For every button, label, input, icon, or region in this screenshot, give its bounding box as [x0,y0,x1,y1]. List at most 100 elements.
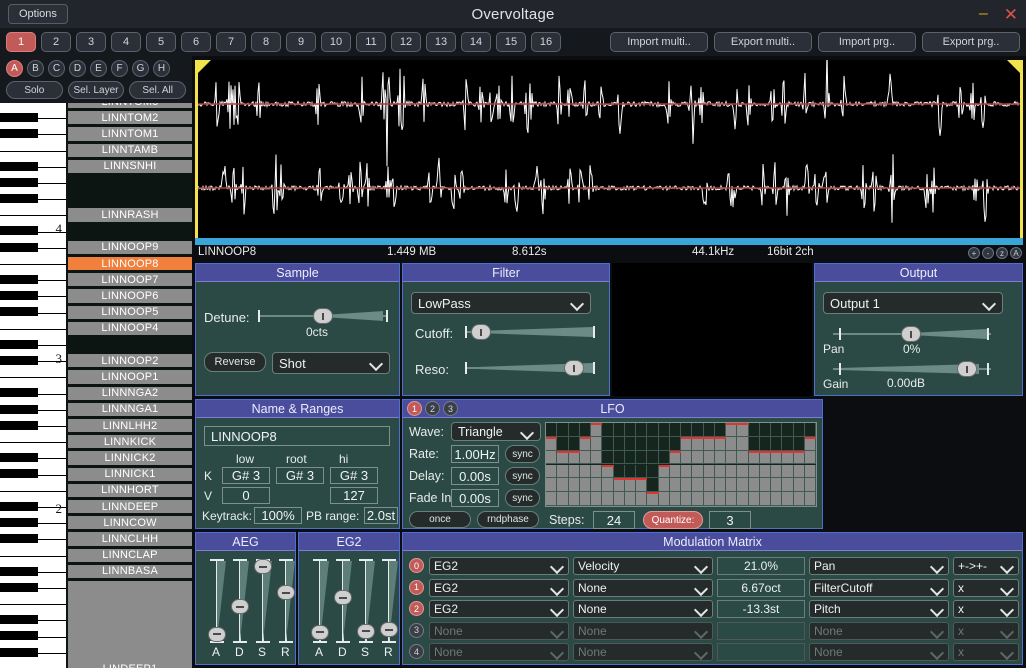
mod-via-combo-3[interactable]: None [573,622,713,640]
lfo-step-cell[interactable] [602,492,613,506]
aeg-slider-D[interactable] [231,559,249,643]
key-root-field[interactable]: G# 3 [276,467,324,484]
lfo-step-cell[interactable] [749,437,760,451]
aeg-slider-A[interactable] [208,559,226,643]
lfo-step-cell[interactable] [557,437,568,451]
lfo-step-cell[interactable] [580,451,591,465]
lfo-step-cell[interactable] [771,451,782,465]
lfo-step-cell[interactable] [569,492,580,506]
lfo-step-cell[interactable] [670,492,681,506]
lfo-step-cell[interactable] [591,465,602,479]
program-slot-1[interactable]: 1 [6,32,36,52]
toolbar-button-3[interactable]: Export prg.. [922,32,1020,52]
mod-source-combo-1[interactable]: EG2 [429,579,569,597]
sample-list-item[interactable]: LINDEEP1 [68,581,192,668]
lfo-step-cell[interactable] [602,437,613,451]
lfo-step-cell[interactable] [557,451,568,465]
program-slot-11[interactable]: 11 [356,32,386,52]
lfo-step-cell[interactable] [659,478,670,492]
lfo-step-cell[interactable] [715,492,726,506]
program-slot-15[interactable]: 15 [496,32,526,52]
lfo-step-cell[interactable] [782,478,793,492]
black-key[interactable] [0,388,38,397]
lfo-step-cell[interactable] [636,437,647,451]
sample-list-item[interactable]: LINNOOP7 [68,273,192,287]
mod-amount-field-4[interactable] [717,643,805,661]
lfo-step-cell[interactable] [771,478,782,492]
sample-list-item[interactable]: LINNKICK [68,435,192,449]
output-select-combo[interactable]: Output 1 [823,292,1003,314]
start-marker-icon[interactable] [198,60,211,73]
black-key[interactable] [0,178,38,187]
lfo-tab-1[interactable]: 1 [407,401,422,416]
program-slot-2[interactable]: 2 [41,32,71,52]
lfo-step-cell[interactable] [704,451,715,465]
mod-curve-combo-1[interactable]: x [953,579,1019,597]
lfo-step-cell[interactable] [805,465,816,479]
lfo-step-cell[interactable] [681,437,692,451]
waveform-scrollbar[interactable] [195,238,1023,245]
lfo-step-cell[interactable] [726,465,737,479]
mod-via-combo-0[interactable]: Velocity [573,557,713,575]
lfo-step-cell[interactable] [737,492,748,506]
lfo-step-cell[interactable] [580,492,591,506]
lfo-step-cell[interactable] [771,423,782,437]
lfo-once-button[interactable]: once [409,511,471,528]
lfo-step-cell[interactable] [715,423,726,437]
lfo-step-cell[interactable] [625,423,636,437]
black-key[interactable] [0,129,38,138]
sample-list-item[interactable]: LINNDEEP [68,500,192,514]
lfo-step-cell[interactable] [771,437,782,451]
vel-low-field[interactable]: 0 [222,487,270,504]
lfo-step-cell[interactable] [726,492,737,506]
program-slot-14[interactable]: 14 [461,32,491,52]
lfo-rate-sync-button[interactable]: sync [505,445,540,463]
lfo-step-cell[interactable] [636,492,647,506]
lfo-step-cell[interactable] [647,437,658,451]
sample-list-item[interactable]: LINNTOM3 [68,103,192,109]
lfo-step-cell[interactable] [546,465,557,479]
cutoff-slider[interactable] [465,323,595,341]
lfo-step-cell[interactable] [704,478,715,492]
lfo-step-cell[interactable] [749,465,760,479]
waveform-zoom-button-z[interactable]: z [996,247,1008,259]
lfo-step-cell[interactable] [647,492,658,506]
mod-curve-combo-2[interactable]: x [953,600,1019,618]
sample-list-item[interactable]: LINNNGA2 [68,387,192,401]
black-key[interactable] [0,194,38,203]
lfo-step-cell[interactable] [749,492,760,506]
black-key[interactable] [0,356,38,365]
black-key[interactable] [0,453,38,462]
lfo-step-cell[interactable] [591,437,602,451]
sample-list-item[interactable]: LINNICK2 [68,451,192,465]
lfo-tab-2[interactable]: 2 [425,401,440,416]
mod-row-toggle-3[interactable]: 3 [409,623,424,638]
lfo-step-cell[interactable] [782,465,793,479]
lfo-quantize-button[interactable]: Quantize: [643,511,703,529]
layer-button-B[interactable]: B [27,60,44,77]
lfo-step-cell[interactable] [614,465,625,479]
mod-amount-field-2[interactable]: -13.3st [717,600,805,618]
program-slot-16[interactable]: 16 [531,32,561,52]
mod-amount-field-1[interactable]: 6.67oct [717,579,805,597]
lfo-step-cell[interactable] [636,465,647,479]
lfo-wave-combo[interactable]: Triangle [451,422,541,441]
black-key[interactable] [0,583,38,592]
black-key[interactable] [0,534,38,543]
sample-list-item[interactable]: LINNNGA1 [68,403,192,417]
detune-slider[interactable] [258,307,388,325]
lfo-step-cell[interactable] [794,465,805,479]
sample-list-item[interactable]: LINNOOP5 [68,306,192,320]
lfo-step-cell[interactable] [794,423,805,437]
sample-list-item[interactable]: LINNTAMB [68,144,192,158]
eg2-slider-A[interactable] [311,559,329,643]
lfo-step-cell[interactable] [647,423,658,437]
mod-dest-combo-1[interactable]: FilterCutoff [809,579,949,597]
options-button[interactable]: Options [8,4,68,24]
lfo-step-cell[interactable] [681,423,692,437]
lfo-step-cell[interactable] [737,451,748,465]
lfo-step-cell[interactable] [749,451,760,465]
lfo-step-cell[interactable] [681,478,692,492]
sample-list-item[interactable]: LINNTOM1 [68,127,192,141]
mod-via-combo-1[interactable]: None [573,579,713,597]
